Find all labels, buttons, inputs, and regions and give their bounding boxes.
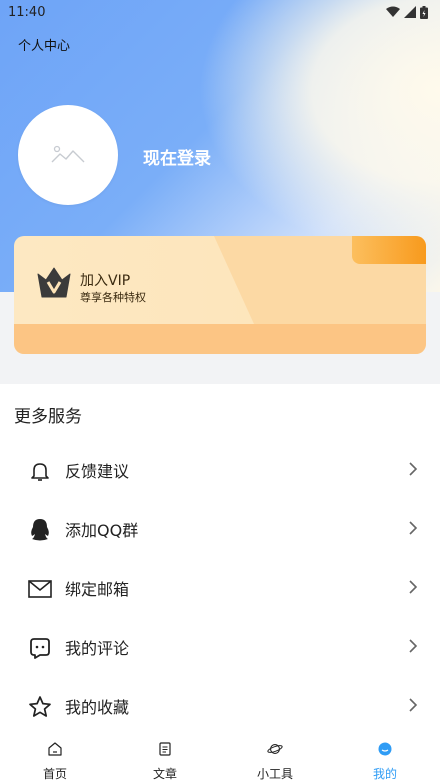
bell-icon [28, 459, 52, 483]
tab-label: 我的 [372, 767, 397, 781]
avatar[interactable] [18, 105, 118, 205]
tab-articles[interactable]: 文章 [110, 736, 220, 782]
vip-card-corner [352, 236, 426, 264]
menu-item-qq-group[interactable]: 添加QQ群 [0, 500, 440, 558]
vip-card[interactable]: 加入VIP 尊享各种特权 [14, 236, 426, 354]
services-section: 更多服务 反馈建议 添加QQ群 绑定邮箱 我的评论 我的收藏 [0, 384, 440, 736]
chevron-right-icon [409, 521, 418, 535]
menu-item-label: 反馈建议 [65, 462, 130, 481]
services-title: 更多服务 [14, 407, 82, 427]
mail-icon [28, 577, 52, 601]
chevron-right-icon [409, 698, 418, 712]
battery-icon [420, 5, 428, 19]
status-bar: 11:40 [0, 0, 440, 24]
menu-item-label: 添加QQ群 [65, 521, 139, 540]
vip-subtitle: 尊享各种特权 [80, 291, 146, 304]
planet-icon [267, 741, 283, 757]
status-icons [386, 5, 428, 19]
menu-item-feedback[interactable]: 反馈建议 [0, 441, 440, 499]
tab-label: 首页 [42, 767, 67, 781]
signal-icon [404, 6, 416, 18]
menu-item-bind-email[interactable]: 绑定邮箱 [0, 559, 440, 617]
menu-item-label: 我的评论 [65, 639, 130, 658]
chevron-right-icon [409, 580, 418, 594]
chevron-right-icon [409, 639, 418, 653]
home-icon [47, 741, 63, 757]
tab-label: 文章 [152, 767, 177, 781]
comment-icon [28, 636, 52, 660]
menu-item-label: 绑定邮箱 [65, 580, 130, 599]
tab-label: 小工具 [256, 767, 293, 781]
menu-item-my-comments[interactable]: 我的评论 [0, 618, 440, 676]
image-placeholder-icon [51, 145, 85, 163]
crown-icon [37, 267, 71, 298]
menu-item-label: 我的收藏 [65, 698, 130, 717]
login-button[interactable]: 现在登录 [143, 144, 211, 169]
star-icon [28, 695, 52, 719]
wifi-icon [386, 6, 400, 17]
tab-home[interactable]: 首页 [0, 736, 110, 782]
status-time: 11:40 [8, 4, 46, 20]
tab-tools[interactable]: 小工具 [220, 736, 330, 782]
chevron-right-icon [409, 462, 418, 476]
vip-card-band [14, 324, 426, 354]
profile-icon [377, 741, 393, 757]
menu-item-my-favorites[interactable]: 我的收藏 [0, 677, 440, 735]
bottom-tab-bar: 首页 文章 小工具 我的 [0, 736, 440, 782]
tab-mine[interactable]: 我的 [330, 736, 440, 782]
article-icon [157, 741, 173, 757]
page-title: 个人中心 [18, 39, 71, 54]
qq-icon [28, 518, 52, 542]
vip-title: 加入VIP [80, 273, 131, 289]
